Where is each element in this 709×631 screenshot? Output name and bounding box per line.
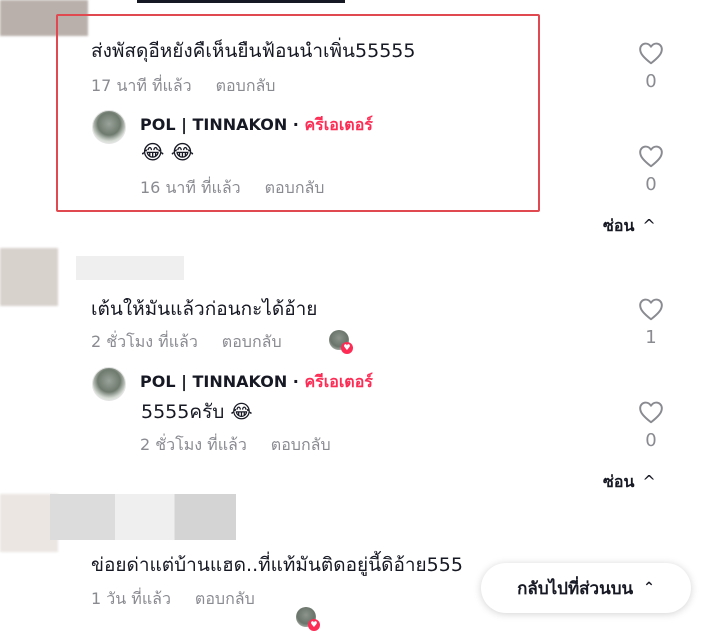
creator-badge: ครีเอเตอร์ bbox=[304, 372, 373, 391]
like-count: 0 bbox=[645, 430, 657, 451]
reply-button[interactable]: ตอบกลับ bbox=[195, 589, 255, 608]
reply-time: 2 ชั่วโมง ที่แล้ว bbox=[140, 435, 247, 454]
creator-liked-avatar: ♥ bbox=[329, 330, 353, 354]
creator-liked-avatar: ♥ bbox=[296, 607, 320, 631]
comment-time: 1 วัน ที่แล้ว bbox=[91, 589, 171, 608]
comment-text: เต้นให้มันแล้วก่อนกะได้อ้าย bbox=[91, 298, 318, 320]
heart-outline-icon bbox=[639, 298, 663, 321]
highlight-box bbox=[56, 14, 540, 212]
like-button[interactable]: 0 bbox=[636, 144, 666, 195]
heart-outline-icon bbox=[639, 42, 663, 65]
hide-label: ซ่อน bbox=[603, 472, 635, 491]
chevron-up-icon: ^ bbox=[642, 216, 656, 235]
double-chevron-up-icon: ⌃ bbox=[643, 580, 655, 596]
hide-label: ซ่อน bbox=[603, 216, 635, 235]
username[interactable]: POL | TINNAKON bbox=[140, 372, 287, 391]
like-count: 0 bbox=[645, 174, 657, 195]
like-button[interactable]: 0 bbox=[636, 41, 666, 92]
active-tab-underline bbox=[137, 0, 345, 3]
heart-outline-icon bbox=[639, 145, 663, 168]
comment-meta: 1 วัน ที่แล้ว ตอบกลับ bbox=[91, 587, 255, 612]
comment-meta: 2 ชั่วโมง ที่แล้ว ตอบกลับ bbox=[91, 330, 282, 355]
back-to-top-label: กลับไปที่ส่วนบน bbox=[517, 578, 634, 599]
chevron-up-icon: ^ bbox=[642, 472, 656, 491]
like-count: 1 bbox=[645, 327, 657, 348]
avatar[interactable] bbox=[92, 367, 126, 401]
reply-text: 5555ครับ 😂 bbox=[141, 401, 253, 423]
hide-replies-button[interactable]: ซ่อน ^ bbox=[603, 214, 656, 239]
heart-badge-icon: ♥ bbox=[308, 619, 320, 631]
comment-text: ข่อยด่าแต่บ้านแฮด..ที่แท้มันติดอยู่นี้ดิ… bbox=[91, 554, 463, 576]
reply-button[interactable]: ตอบกลับ bbox=[271, 435, 331, 454]
reply-meta: 2 ชั่วโมง ที่แล้ว ตอบกลับ bbox=[140, 433, 331, 458]
hide-replies-button[interactable]: ซ่อน ^ bbox=[603, 470, 656, 495]
heart-badge-icon: ♥ bbox=[341, 342, 353, 354]
reply-header: POL | TINNAKON · ครีเอเตอร์ bbox=[140, 370, 373, 395]
reply-button[interactable]: ตอบกลับ bbox=[222, 332, 282, 351]
comment-time: 2 ชั่วโมง ที่แล้ว bbox=[91, 332, 198, 351]
like-button[interactable]: 1 bbox=[636, 297, 666, 348]
back-to-top-button[interactable]: กลับไปที่ส่วนบน ⌃ bbox=[481, 563, 691, 613]
separator-dot: · bbox=[292, 372, 299, 391]
like-button[interactable]: 0 bbox=[636, 400, 666, 451]
like-count: 0 bbox=[645, 71, 657, 92]
heart-outline-icon bbox=[639, 401, 663, 424]
blurred-avatar bbox=[0, 248, 58, 306]
blurred-username bbox=[76, 256, 184, 280]
blurred-username bbox=[50, 494, 236, 540]
